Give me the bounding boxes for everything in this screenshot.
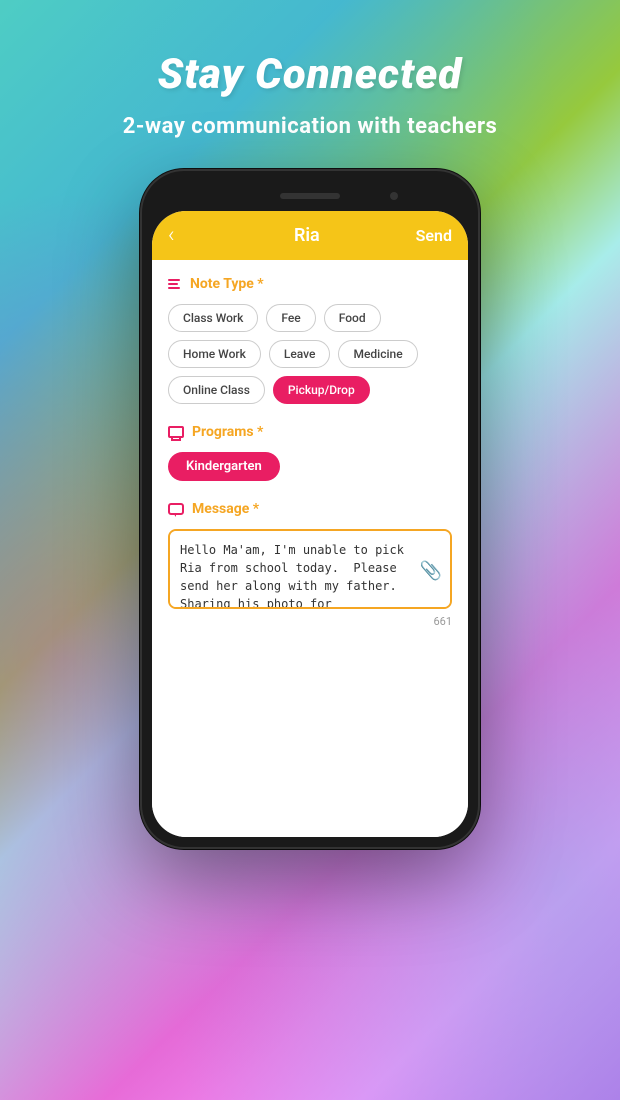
message-input[interactable] xyxy=(168,529,452,609)
programs-chips: Kindergarten xyxy=(168,452,452,481)
chip-class-work[interactable]: Class Work xyxy=(168,304,258,332)
chip-medicine[interactable]: Medicine xyxy=(338,340,417,368)
message-icon xyxy=(168,503,184,515)
programs-label: Programs * xyxy=(192,424,263,440)
chip-pickup-drop[interactable]: Pickup/Drop xyxy=(273,376,370,404)
chip-fee[interactable]: Fee xyxy=(266,304,315,332)
phone-frame: ‹ Ria Send Note Type * xyxy=(140,169,480,849)
programs-icon xyxy=(168,426,184,438)
app-header-title: Ria xyxy=(294,225,320,246)
app-header: ‹ Ria Send xyxy=(152,211,468,260)
back-button[interactable]: ‹ xyxy=(168,223,198,248)
note-type-section: Note Type * Class Work Fee Food Home Wor… xyxy=(168,276,452,404)
chip-food[interactable]: Food xyxy=(324,304,381,332)
chip-home-work[interactable]: Home Work xyxy=(168,340,261,368)
page-subtitle: 2-way communication with teachers xyxy=(123,114,498,139)
message-header: Message * xyxy=(168,501,452,517)
phone-camera xyxy=(390,192,398,200)
chip-online-class[interactable]: Online Class xyxy=(168,376,265,404)
attach-icon[interactable]: 📎 xyxy=(420,561,442,582)
phone-screen: ‹ Ria Send Note Type * xyxy=(152,211,468,837)
app-content: Note Type * Class Work Fee Food Home Wor… xyxy=(152,260,468,837)
page-title: Stay Connected xyxy=(123,50,498,99)
phone-speaker xyxy=(280,193,340,199)
programs-header: Programs * xyxy=(168,424,452,440)
phone-top-bar xyxy=(152,181,468,211)
programs-section: Programs * Kindergarten xyxy=(168,424,452,481)
note-type-icon xyxy=(168,279,180,289)
note-type-label: Note Type * xyxy=(190,276,264,292)
message-label: Message * xyxy=(192,501,259,517)
message-section: Message * 📎 661 xyxy=(168,501,452,628)
note-type-chips: Class Work Fee Food Home Work Leave Medi… xyxy=(168,304,452,404)
kindergarten-badge[interactable]: Kindergarten xyxy=(168,452,280,481)
chip-leave[interactable]: Leave xyxy=(269,340,331,368)
note-type-header: Note Type * xyxy=(168,276,452,292)
message-area: 📎 xyxy=(168,529,452,613)
char-count: 661 xyxy=(168,615,452,628)
send-button[interactable]: Send xyxy=(416,226,452,245)
phone-mockup: ‹ Ria Send Note Type * xyxy=(140,169,480,849)
